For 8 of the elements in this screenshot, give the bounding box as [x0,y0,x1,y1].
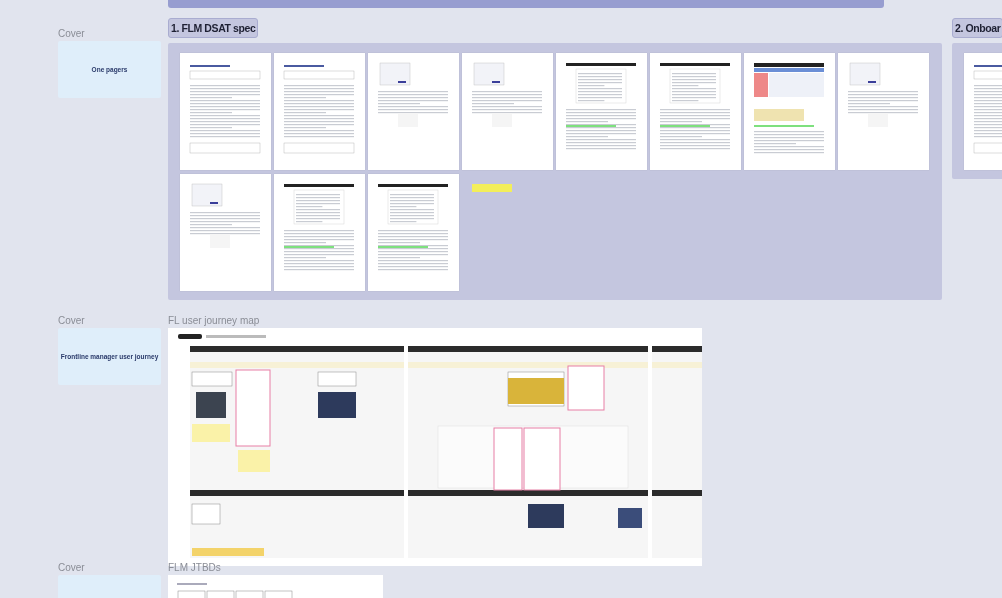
frame-title: FL user journey map [168,315,261,328]
section-title[interactable]: 2. Onboar [952,18,1002,38]
cover-label: Cover [58,562,86,575]
sticky-note [472,184,512,192]
cover-label: Cover [58,28,86,41]
section-title[interactable]: 1. FLM DSAT spec [168,18,259,38]
cover-label: Cover [58,315,86,328]
frame-title: FLM JTBDs [168,562,222,575]
